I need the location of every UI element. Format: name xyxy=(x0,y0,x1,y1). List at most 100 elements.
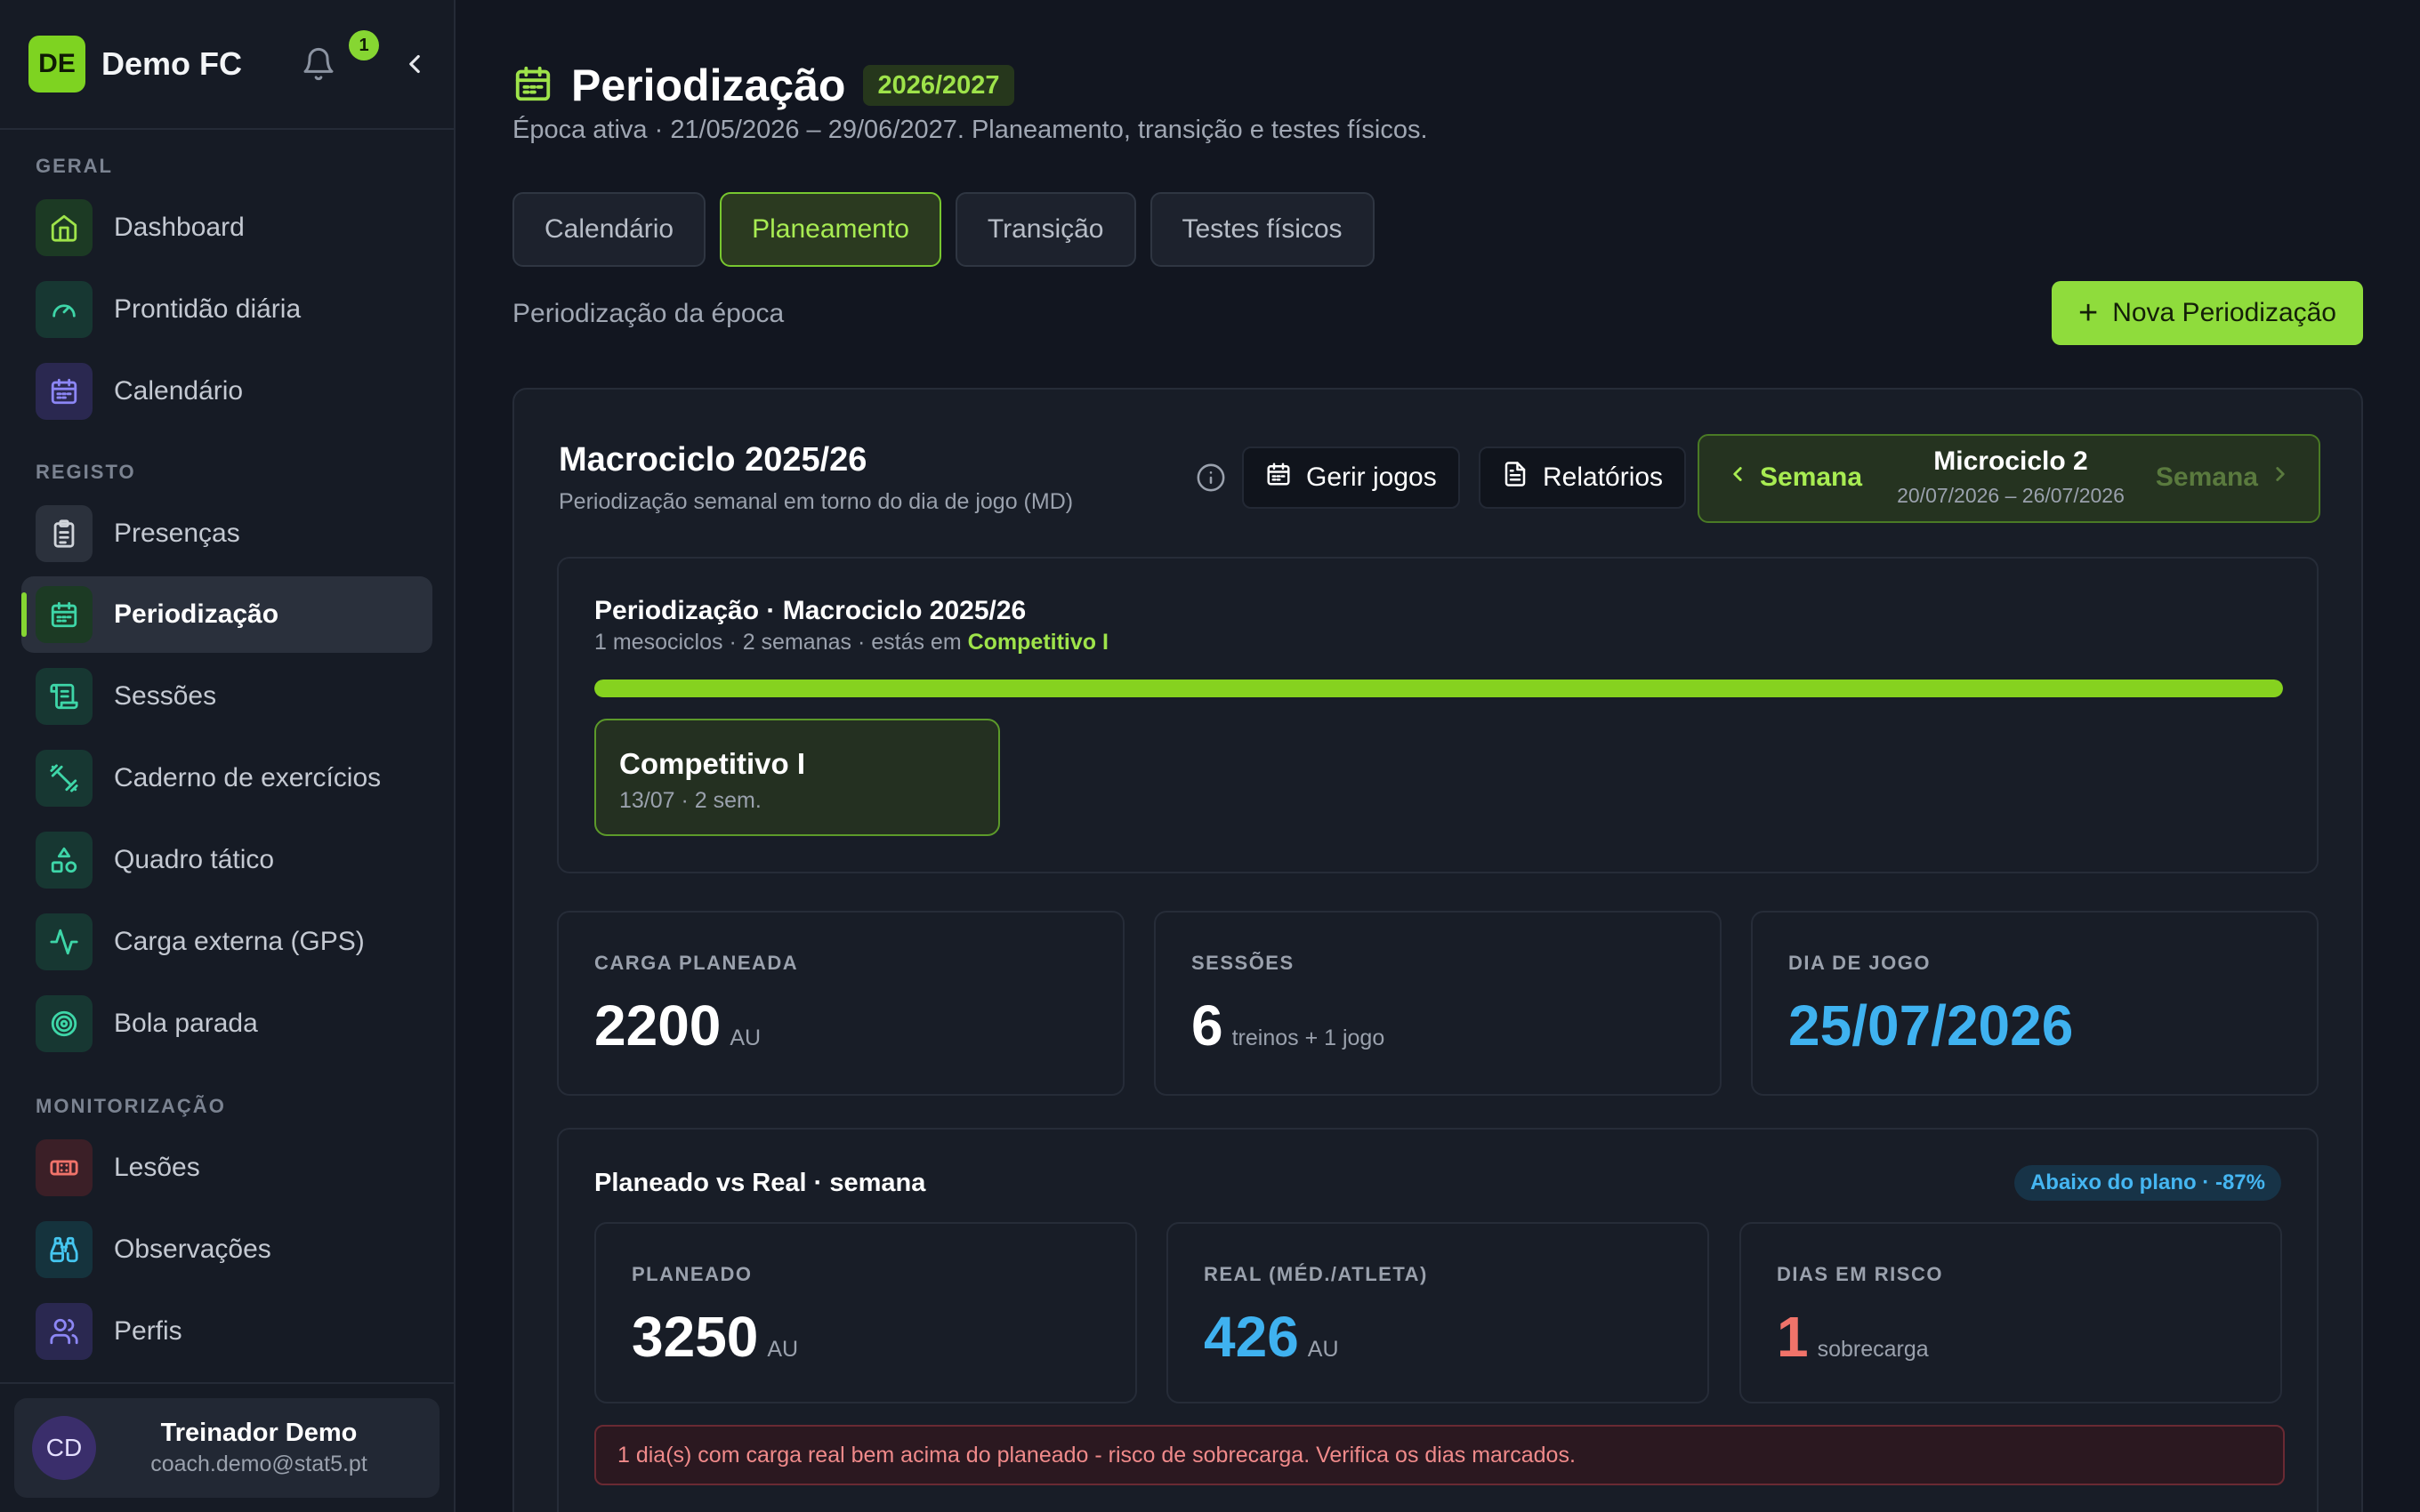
tab-transicao[interactable]: Transição xyxy=(955,192,1136,267)
user-name: Treinador Demo xyxy=(160,1419,358,1447)
gauge-icon xyxy=(36,281,93,338)
sidebar-item-quadro-tatico[interactable]: Quadro tático xyxy=(21,822,432,898)
stat-unit: AU xyxy=(767,1337,799,1362)
stat-value: 25/07/2026 xyxy=(1788,993,2074,1058)
section-monitorizacao: MONITORIZAÇÃO xyxy=(36,1095,226,1117)
match-day-card: DIA DE JOGO 25/07/2026 xyxy=(1751,911,2319,1096)
chevron-left-icon xyxy=(1726,462,1749,493)
planned-stat: PLANEADO 3250 AU xyxy=(594,1222,1137,1403)
sidebar-item-sessoes[interactable]: Sessões xyxy=(21,658,432,735)
previous-week-label: Semana xyxy=(1760,462,1863,492)
sidebar-item-label: Caderno de exercícios xyxy=(114,763,382,792)
tab-planeamento[interactable]: Planeamento xyxy=(720,192,941,267)
clipboard-icon xyxy=(36,505,93,562)
stat-unit: sobrecarga xyxy=(1817,1337,1929,1362)
document-icon xyxy=(1502,461,1529,495)
sidebar-item-label: Bola parada xyxy=(114,1009,258,1038)
dumbbell-icon xyxy=(36,750,93,807)
sidebar-item-lesoes[interactable]: Lesões xyxy=(21,1130,432,1206)
user-email: coach.demo@stat5.pt xyxy=(150,1452,367,1476)
sidebar-item-bola-parada[interactable]: Bola parada xyxy=(21,985,432,1062)
sidebar-item-caderno[interactable]: Caderno de exercícios xyxy=(21,740,432,816)
user-card[interactable]: CD Treinador Demo coach.demo@stat5.pt xyxy=(14,1398,440,1498)
stat-value: 426 xyxy=(1204,1305,1299,1369)
page-subtitle: Época ativa · 21/05/2026 – 29/06/2027. P… xyxy=(512,116,1428,144)
previous-week-button[interactable]: Semana xyxy=(1726,462,1862,493)
reports-label: Relatórios xyxy=(1543,462,1664,492)
periodization-title: Periodização · Macrociclo 2025/26 xyxy=(594,596,1027,625)
brand-logo[interactable]: DE xyxy=(28,36,85,92)
sidebar-item-label: Observações xyxy=(114,1235,271,1264)
manage-games-label: Gerir jogos xyxy=(1306,462,1437,492)
users-icon xyxy=(36,1303,93,1360)
mesocycle-meta: 13/07 · 2 sem. xyxy=(619,788,762,813)
sidebar-item-dashboard[interactable]: Dashboard xyxy=(21,189,432,266)
info-icon[interactable] xyxy=(1196,462,1226,493)
new-periodization-button[interactable]: + Nova Periodização xyxy=(2052,281,2363,345)
stat-label: PLANEADO xyxy=(632,1263,753,1285)
stat-value-row: 6 treinos + 1 jogo xyxy=(1191,993,1384,1058)
real-stat: REAL (MÉD./ATLETA) 426 AU xyxy=(1166,1222,1709,1403)
sidebar-item-label: Lesões xyxy=(114,1153,200,1182)
stat-label: DIAS EM RISCO xyxy=(1777,1263,1943,1285)
collapse-sidebar-icon[interactable] xyxy=(393,43,436,85)
chevron-right-icon xyxy=(2269,462,2292,493)
stat-value-row: 1 sobrecarga xyxy=(1777,1304,1929,1370)
home-icon xyxy=(36,199,93,256)
status-badge: Abaixo do plano · -87% xyxy=(2013,1165,2281,1201)
macrocycle-title: Macrociclo 2025/26 xyxy=(559,441,867,479)
brand-name[interactable]: Demo FC xyxy=(101,45,242,83)
section-label: Periodização da época xyxy=(512,299,785,328)
brand: DE Demo FC 1 xyxy=(28,30,438,92)
stat-value: 2200 xyxy=(594,993,722,1058)
shapes-icon xyxy=(36,832,93,889)
periodization-summary-text: 1 mesociclos · 2 semanas · estás em xyxy=(594,630,962,655)
sidebar-item-label: Quadro tático xyxy=(114,845,275,874)
tab-testes-fisicos[interactable]: Testes físicos xyxy=(1150,192,1375,267)
microcycle-info: Microciclo 2 20/07/2026 – 26/07/2026 xyxy=(1886,446,2135,508)
sidebar-item-perfis[interactable]: Perfis xyxy=(21,1293,432,1370)
bandage-icon xyxy=(36,1139,93,1196)
stat-value-row: 25/07/2026 xyxy=(1788,993,2073,1058)
sidebar-item-presencas[interactable]: Presenças xyxy=(21,495,432,572)
planned-load-card: CARGA PLANEADA 2200 AU xyxy=(557,911,1125,1096)
microcycle-dates: 20/07/2026 – 26/07/2026 xyxy=(1897,484,2125,507)
calendar-grid-icon xyxy=(36,586,93,643)
divider xyxy=(0,128,454,130)
planned-vs-real-title: Planeado vs Real · semana xyxy=(594,1169,926,1197)
sidebar: DE Demo FC 1 GERAL Dashboard Prontidão d… xyxy=(0,0,456,1512)
stat-value-row: 426 AU xyxy=(1204,1304,1339,1370)
bell-icon[interactable] xyxy=(295,41,342,87)
stat-value-row: 3250 AU xyxy=(632,1304,798,1370)
stat-value: 3250 xyxy=(632,1305,759,1369)
sidebar-item-observacoes[interactable]: Observações xyxy=(21,1211,432,1288)
sidebar-item-label: Periodização xyxy=(114,599,279,629)
sidebar-item-calendario[interactable]: Calendário xyxy=(21,353,432,430)
stat-label: DIA DE JOGO xyxy=(1788,952,1931,974)
sidebar-item-label: Perfis xyxy=(114,1316,182,1346)
calendar-icon xyxy=(1265,461,1292,495)
risk-days-stat: DIAS EM RISCO 1 sobrecarga xyxy=(1739,1222,2282,1403)
new-periodization-label: Nova Periodização xyxy=(2112,298,2336,327)
binoculars-icon xyxy=(36,1221,93,1278)
stat-label: REAL (MÉD./ATLETA) xyxy=(1204,1263,1428,1285)
season-badge: 2026/2027 xyxy=(863,65,1014,106)
calendar-icon xyxy=(512,63,553,109)
mesocycle-name: Competitivo I xyxy=(619,747,806,780)
stat-unit: treinos + 1 jogo xyxy=(1231,1025,1385,1050)
tab-calendario[interactable]: Calendário xyxy=(512,192,706,267)
overload-alert: 1 dia(s) com carga real bem acima do pla… xyxy=(594,1425,2285,1485)
macrocycle-subtitle: Periodização semanal em torno do dia de … xyxy=(559,489,1074,514)
sidebar-item-periodizacao[interactable]: Periodização xyxy=(21,576,432,653)
stat-value: 6 xyxy=(1191,993,1223,1058)
mesocycle-chip[interactable]: Competitivo I 13/07 · 2 sem. xyxy=(594,719,1000,836)
sidebar-item-prontidao[interactable]: Prontidão diária xyxy=(21,271,432,348)
current-phase: Competitivo I xyxy=(967,630,1109,655)
section-registo: REGISTO xyxy=(36,461,136,483)
reports-button[interactable]: Relatórios xyxy=(1479,446,1687,509)
divider xyxy=(0,1382,454,1384)
sidebar-item-carga-externa[interactable]: Carga externa (GPS) xyxy=(21,904,432,980)
manage-games-button[interactable]: Gerir jogos xyxy=(1242,446,1460,509)
sidebar-item-label: Prontidão diária xyxy=(114,294,302,324)
next-week-button[interactable]: Semana xyxy=(2156,462,2292,493)
